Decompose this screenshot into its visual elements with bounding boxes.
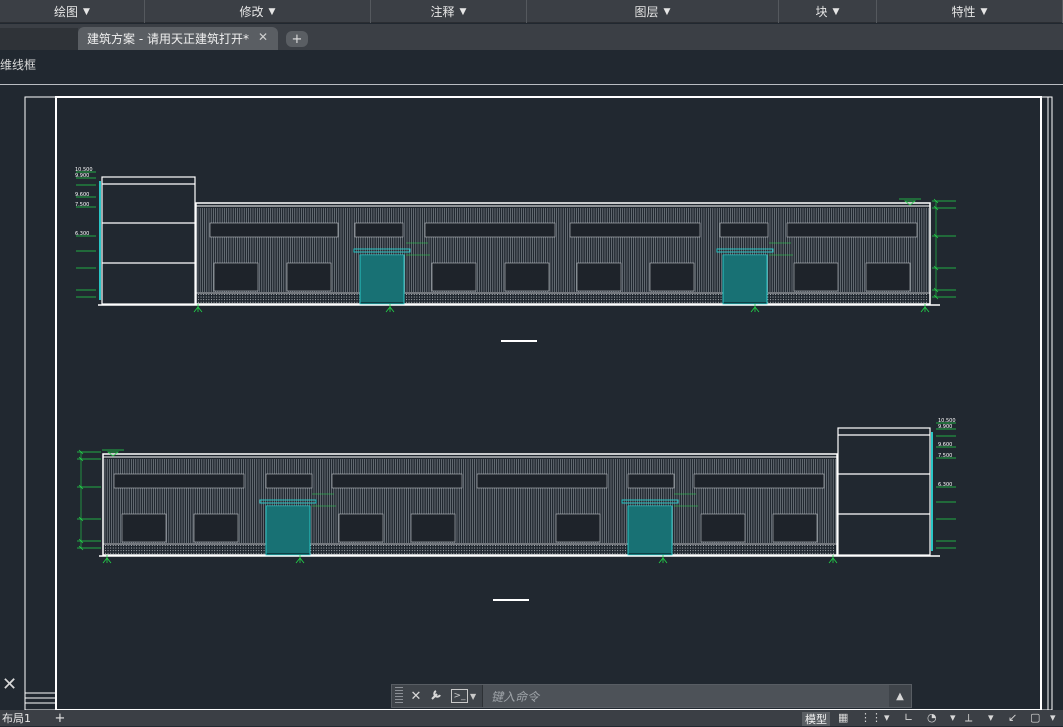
- grip-handle[interactable]: [395, 687, 403, 705]
- close-command-icon[interactable]: ✕: [2, 674, 17, 695]
- menu-item-3[interactable]: 图层 ▼: [527, 0, 779, 23]
- chevron-down-icon[interactable]: ▾: [988, 711, 994, 724]
- grid-icon[interactable]: ▦: [838, 711, 848, 724]
- chevron-down-icon[interactable]: ▾: [884, 711, 890, 724]
- close-icon[interactable]: ✕: [409, 689, 423, 704]
- chevron-down-icon: ▼: [268, 6, 276, 17]
- menu-item-label: 特性: [951, 5, 976, 19]
- chevron-down-icon: ▼: [663, 6, 671, 17]
- level-label: 6.300: [938, 482, 952, 488]
- document-tab-label: 建筑方案 - 请用天正建筑打开*: [87, 32, 249, 46]
- tower-level-dimensions: 10.5009.9009.6007.5006.300: [936, 418, 956, 549]
- stair-tower: [101, 176, 196, 305]
- selection-cycle-icon[interactable]: ▢: [1030, 711, 1040, 724]
- menu-item-label: 修改: [239, 5, 264, 19]
- new-tab-button[interactable]: +: [286, 31, 308, 47]
- level-label: 7.500: [938, 453, 952, 459]
- polar-icon[interactable]: ◔: [927, 711, 937, 724]
- elevation-drawing-1: 10.5009.9009.6007.5006.300: [75, 167, 956, 313]
- menu-item-4[interactable]: 块 ▼: [779, 0, 877, 23]
- command-input[interactable]: 键入命令: [482, 685, 889, 707]
- stair-tower: [837, 427, 931, 556]
- clerestory-windows: [113, 473, 825, 489]
- menu-item-2[interactable]: 注释 ▼: [371, 0, 527, 23]
- lower-windows: [121, 513, 818, 543]
- chevron-down-icon[interactable]: ▾: [950, 711, 956, 724]
- menu-item-0[interactable]: 绘图 ▼: [0, 0, 145, 23]
- osnap-icon[interactable]: ⟂: [965, 711, 972, 725]
- drawing-canvas[interactable]: 10.5009.9009.6007.5006.300 10.5009.9009.…: [0, 85, 1063, 710]
- tower-level-dimensions: 10.5009.9009.6007.5006.300: [75, 167, 96, 298]
- level-label: 9.900: [75, 173, 89, 179]
- close-icon[interactable]: ✕: [258, 30, 268, 44]
- level-label: 6.300: [75, 231, 89, 237]
- tab-overflow-stub: [0, 28, 78, 50]
- chevron-down-icon[interactable]: ▼: [470, 692, 476, 701]
- level-label: 9.600: [938, 442, 952, 448]
- chevron-down-icon: ▼: [459, 6, 467, 17]
- menu-bar: 绘图 ▼ 修改 ▼ 注释 ▼ 图层 ▼ 块 ▼ 特性 ▼: [0, 0, 1063, 23]
- document-tab-bar: 建筑方案 - 请用天正建筑打开* ✕ +: [0, 24, 1063, 50]
- menu-item-1[interactable]: 修改 ▼: [145, 0, 371, 23]
- model-space-button[interactable]: 模型: [802, 712, 830, 726]
- command-line: ✕ >_ ▼ 键入命令 ▲: [391, 684, 912, 708]
- chevron-down-icon: ▼: [980, 6, 988, 17]
- otrack-icon[interactable]: ↙: [1008, 711, 1017, 724]
- level-label: 9.900: [938, 424, 952, 430]
- command-prompt-icon[interactable]: >_: [451, 689, 468, 703]
- menu-item-5[interactable]: 特性 ▼: [877, 0, 1063, 23]
- chevron-down-icon: ▼: [83, 6, 90, 17]
- menu-item-label: 注释: [430, 5, 455, 19]
- expand-history-icon[interactable]: ▲: [889, 691, 911, 702]
- lower-windows: [213, 262, 911, 292]
- status-bar: 布局1 + 模型 ▦ ⋮⋮ ▾ ∟ ◔ ▾ ⟂ ▾ ↙ ▢ ▾: [0, 710, 1063, 726]
- menu-item-label: 图层: [634, 5, 659, 19]
- roof-marker: [899, 198, 921, 206]
- plinth-band: [198, 294, 927, 303]
- tab-layout1[interactable]: 布局1: [0, 710, 31, 726]
- plinth-band: [105, 545, 834, 554]
- add-layout-button[interactable]: +: [52, 711, 68, 726]
- chevron-down-icon: ▼: [832, 6, 840, 17]
- wrench-icon[interactable]: [429, 688, 443, 705]
- menu-item-label: 块: [815, 5, 828, 19]
- roof-marker: [102, 449, 124, 457]
- level-label: 9.600: [75, 192, 89, 198]
- elevation-drawing-2: 10.5009.9009.6007.5006.300: [77, 418, 956, 564]
- visual-style-label[interactable]: 维线框: [0, 56, 36, 73]
- document-tab-architecture[interactable]: 建筑方案 - 请用天正建筑打开* ✕: [78, 27, 278, 50]
- chevron-down-icon[interactable]: ▾: [1050, 711, 1056, 724]
- sheet-frame: [24, 96, 1053, 710]
- ortho-icon[interactable]: ∟: [904, 711, 913, 724]
- menu-item-label: 绘图: [54, 5, 79, 19]
- hall-level-dimensions: [77, 449, 101, 551]
- level-label: 7.500: [75, 202, 89, 208]
- hall-level-dimensions: [932, 198, 956, 300]
- snap-icon[interactable]: ⋮⋮: [860, 711, 882, 724]
